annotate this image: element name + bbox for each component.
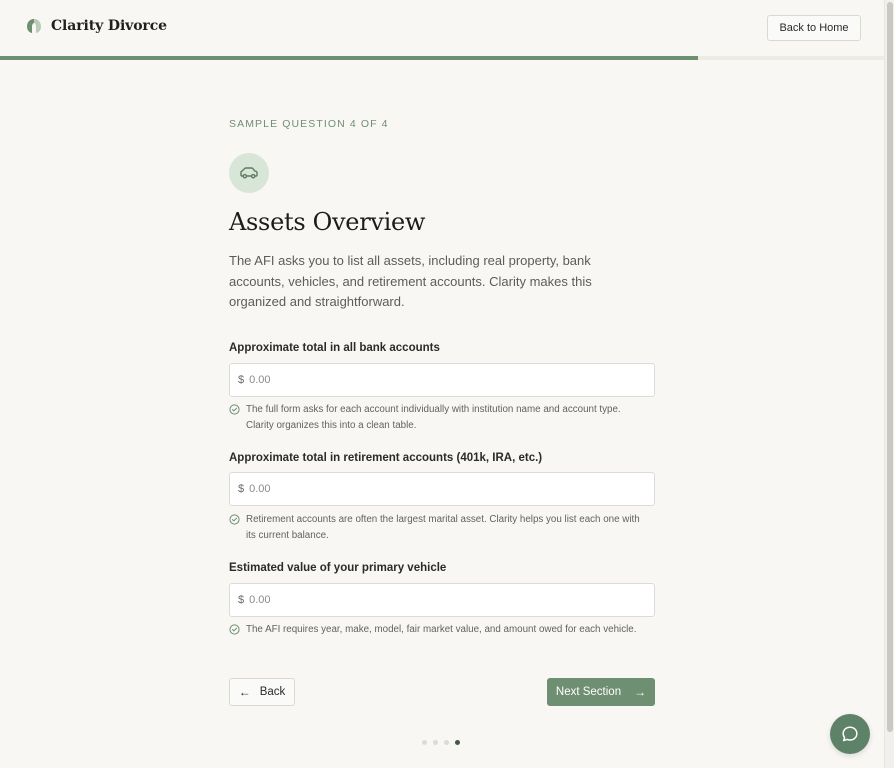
- primary-vehicle-label: Estimated value of your primary vehicle: [229, 562, 447, 574]
- hint-text: Retirement accounts are often the larges…: [246, 514, 640, 541]
- bank-accounts-field[interactable]: $: [229, 363, 655, 397]
- progress-bar: [0, 56, 884, 60]
- check-circle-icon: [229, 514, 240, 525]
- step-dot: [444, 740, 449, 745]
- primary-vehicle-input[interactable]: [249, 594, 630, 606]
- currency-symbol: $: [238, 374, 245, 386]
- primary-vehicle-hint: The AFI requires year, make, model, fair…: [229, 622, 655, 638]
- page-title: Assets Overview: [229, 208, 426, 236]
- retirement-accounts-label: Approximate total in retirement accounts…: [229, 452, 543, 464]
- retirement-accounts-hint: Retirement accounts are often the larges…: [229, 512, 655, 544]
- retirement-accounts-input[interactable]: [249, 483, 630, 495]
- primary-vehicle-field[interactable]: $: [229, 583, 655, 617]
- currency-symbol: $: [238, 483, 245, 495]
- retirement-accounts-field[interactable]: $: [229, 472, 655, 506]
- back-to-home-button[interactable]: Back to Home: [767, 15, 861, 41]
- intro-text: The AFI asks you to list all assets, inc…: [229, 253, 592, 309]
- step-dot: [433, 740, 438, 745]
- brand[interactable]: Clarity Divorce: [26, 18, 167, 34]
- brand-name: Clarity Divorce: [51, 18, 167, 34]
- question-counter: SAMPLE QUESTION 4 OF 4: [229, 118, 389, 130]
- step-dot: [422, 740, 427, 745]
- next-section-button[interactable]: Next Section →: [547, 678, 655, 706]
- brand-logo-icon: [27, 19, 41, 33]
- scrollbar-thumb[interactable]: [887, 2, 893, 732]
- hint-text: The full form asks for each account indi…: [246, 404, 621, 431]
- question-icon-badge: [229, 153, 269, 193]
- back-button-label: Back: [259, 686, 286, 698]
- check-circle-icon: [229, 404, 240, 415]
- scrollbar[interactable]: [884, 0, 894, 768]
- currency-symbol: $: [238, 594, 245, 606]
- arrow-right-icon: →: [634, 685, 647, 699]
- progress-bar-fill: [0, 56, 699, 60]
- bank-accounts-input[interactable]: [249, 374, 630, 386]
- step-indicator: [422, 740, 466, 745]
- next-section-label: Next Section: [555, 686, 622, 698]
- bank-accounts-hint: The full form asks for each account indi…: [229, 402, 655, 434]
- back-button[interactable]: ← Back: [229, 678, 295, 706]
- arrow-left-icon: ←: [238, 685, 251, 699]
- car-icon: [240, 167, 258, 179]
- step-dot: [455, 740, 460, 745]
- app-header: Clarity Divorce Back to Home: [0, 0, 884, 57]
- bank-accounts-label: Approximate total in all bank accounts: [229, 342, 440, 354]
- check-circle-icon: [229, 624, 240, 635]
- chat-button[interactable]: [830, 714, 870, 754]
- hint-text: The AFI requires year, make, model, fair…: [246, 624, 637, 635]
- chat-bubble-icon: [842, 726, 858, 742]
